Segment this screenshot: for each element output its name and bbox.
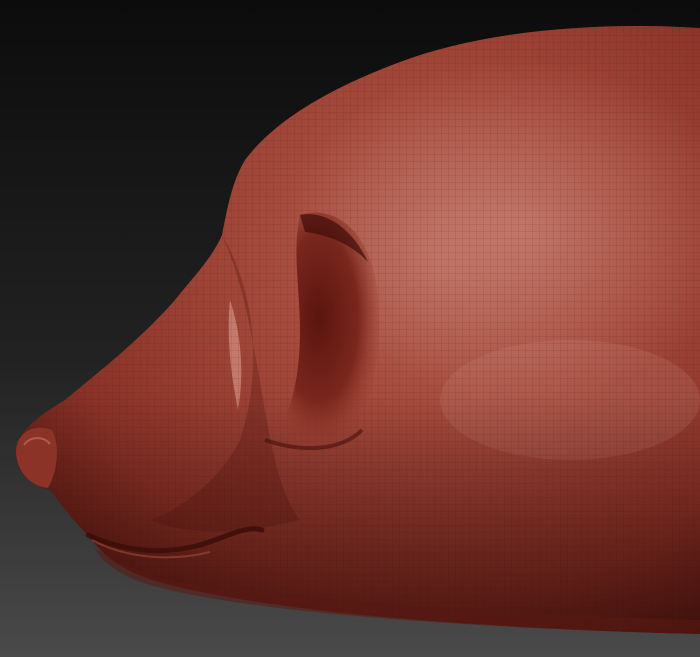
3d-viewport[interactable] [0, 0, 700, 657]
sculpt-canvas[interactable] [0, 0, 700, 657]
